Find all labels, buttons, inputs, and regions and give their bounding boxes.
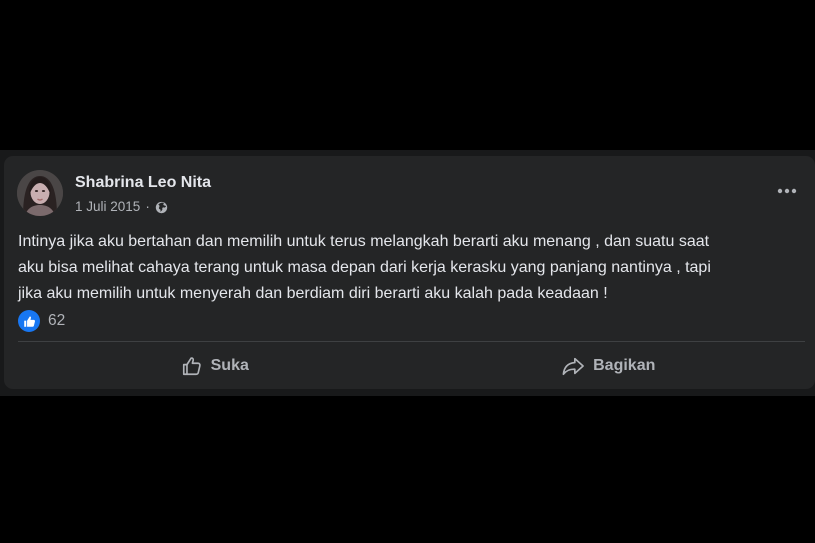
thumbs-up-icon bbox=[182, 357, 201, 376]
reaction-summary[interactable]: 62 bbox=[18, 310, 65, 332]
more-options-icon bbox=[777, 188, 797, 194]
share-button-label: Bagikan bbox=[593, 357, 656, 374]
globe-icon[interactable] bbox=[155, 201, 168, 214]
meta-separator: · bbox=[145, 199, 150, 214]
like-icon bbox=[18, 310, 40, 332]
post-card: Shabrina Leo Nita 1 Juli 2015 · Intinya … bbox=[4, 156, 815, 389]
post-meta: 1 Juli 2015 · bbox=[75, 198, 168, 216]
action-bar: Suka Bagikan bbox=[18, 346, 805, 386]
share-button[interactable]: Bagikan bbox=[412, 346, 806, 386]
reaction-count[interactable]: 62 bbox=[48, 312, 65, 330]
post-text: Intinya jika aku bertahan dan memilih un… bbox=[18, 233, 711, 302]
actions-divider bbox=[18, 341, 805, 342]
post-date[interactable]: 1 Juli 2015 bbox=[75, 198, 140, 216]
avatar[interactable] bbox=[17, 170, 63, 216]
like-button-label: Suka bbox=[210, 357, 249, 374]
profile-photo bbox=[17, 170, 63, 216]
share-icon bbox=[562, 357, 585, 376]
like-button[interactable]: Suka bbox=[18, 346, 412, 386]
author-name[interactable]: Shabrina Leo Nita bbox=[75, 173, 211, 193]
more-options-button[interactable] bbox=[767, 173, 807, 209]
